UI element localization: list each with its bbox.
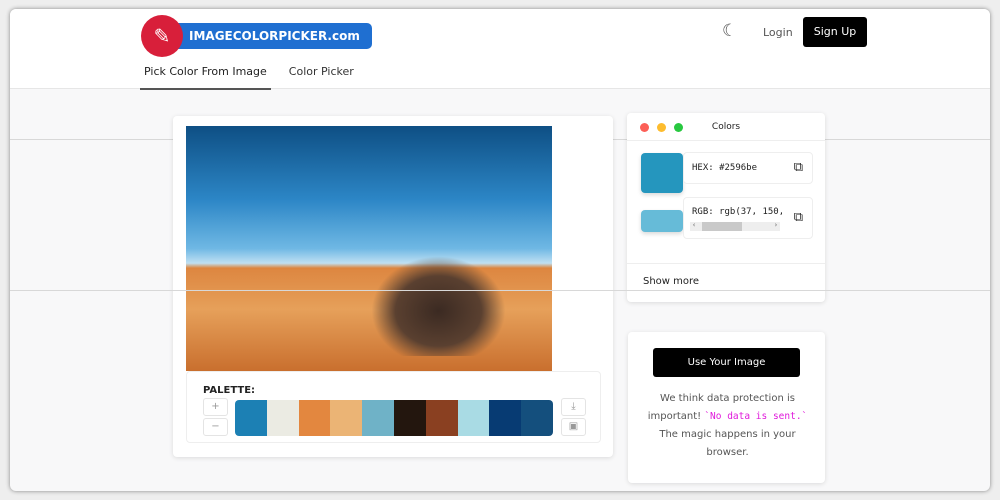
login-link[interactable]: Login [763, 26, 793, 39]
remove-color-button[interactable]: − [203, 418, 228, 436]
show-more-link[interactable]: Show more [643, 276, 699, 287]
note-code: `No data is sent.` [704, 411, 808, 422]
secondary-color-swatch[interactable] [641, 210, 683, 232]
signup-button[interactable]: Sign Up [803, 17, 867, 47]
rgb-value[interactable]: RGB: rgb(37, 150, 190) [692, 207, 782, 217]
moon-icon[interactable]: ☾ [722, 21, 737, 41]
use-your-image-button[interactable]: Use Your Image [653, 348, 800, 377]
browser-frame: ✎ IMAGECOLORPICKER.com Pick Color From I… [10, 9, 990, 491]
horizontal-scrollbar[interactable]: ‹ › [690, 221, 780, 231]
save-icon[interactable]: ▣ [561, 418, 586, 436]
palette-panel: PALETTE: + − ⤓ ▣ [186, 371, 601, 443]
car-shape [371, 256, 506, 356]
copy-icon[interactable]: ⧉ [794, 160, 803, 175]
download-icon[interactable]: ⤓ [561, 398, 586, 416]
palette-swatch[interactable] [393, 400, 426, 436]
header: ✎ IMAGECOLORPICKER.com Pick Color From I… [10, 9, 990, 90]
palette-swatch[interactable] [521, 400, 553, 436]
note-text-end: The magic happens in your browser. [659, 429, 796, 458]
hex-value-box: HEX: #2596be ⧉ [683, 152, 813, 184]
privacy-note: We think data protection is important! `… [640, 390, 815, 462]
copy-icon[interactable]: ⧉ [794, 210, 803, 225]
hex-value[interactable]: HEX: #2596be [692, 163, 757, 173]
logo-text: IMAGECOLORPICKER.com [163, 23, 372, 49]
palette-swatch[interactable] [425, 400, 458, 436]
minimize-dot [657, 123, 666, 132]
palette-swatch[interactable] [457, 400, 490, 436]
eyedropper-icon: ✎ [141, 15, 183, 57]
tab-pick-color-from-image[interactable]: Pick Color From Image [140, 65, 271, 90]
tab-color-picker[interactable]: Color Picker [285, 65, 358, 90]
primary-color-swatch[interactable] [641, 153, 683, 193]
rgb-value-box: RGB: rgb(37, 150, 190) ‹› ⧉ [683, 197, 813, 239]
use-image-card: Use Your Image We think data protection … [628, 332, 825, 483]
divider [627, 263, 825, 264]
palette-swatch[interactable] [330, 400, 363, 436]
maximize-dot [674, 123, 683, 132]
palette-swatch[interactable] [489, 400, 522, 436]
palette-swatch[interactable] [235, 400, 267, 436]
tabs: Pick Color From Image Color Picker [140, 65, 372, 90]
logo[interactable]: ✎ IMAGECOLORPICKER.com [141, 15, 372, 57]
close-dot [640, 123, 649, 132]
palette-swatch[interactable] [362, 400, 394, 436]
divider [10, 290, 990, 291]
palette-swatch[interactable] [298, 400, 331, 436]
colors-panel: Colors HEX: #2596be ⧉ RGB: rgb(37, 150, … [627, 113, 825, 302]
palette-swatch[interactable] [266, 400, 299, 436]
source-image[interactable] [186, 126, 552, 371]
add-color-button[interactable]: + [203, 398, 228, 416]
palette-swatches [235, 400, 553, 436]
palette-label: PALETTE: [203, 385, 256, 396]
